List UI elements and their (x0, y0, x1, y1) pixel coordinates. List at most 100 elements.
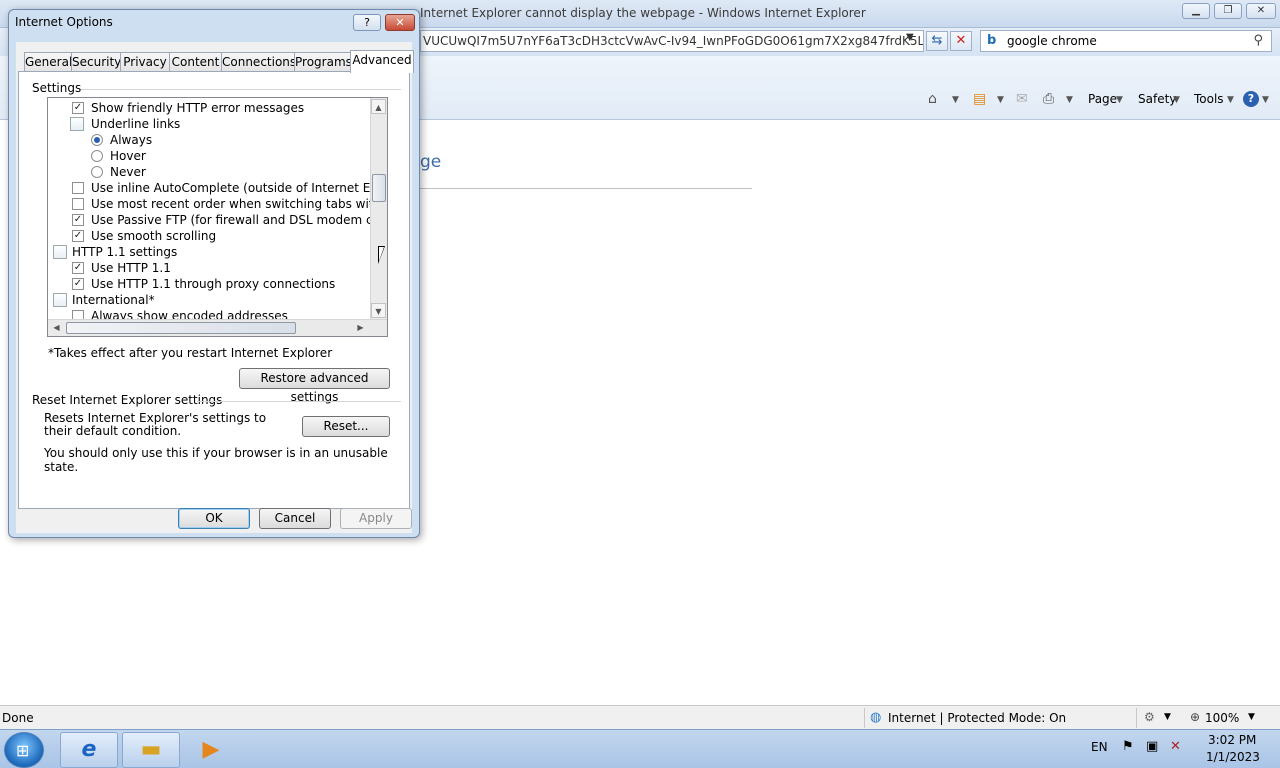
checkbox-checked-icon[interactable]: ✓ (72, 262, 84, 274)
reset-group-label: Reset Internet Explorer settings (32, 393, 223, 407)
tree-horizontal-scrollbar[interactable]: ◀ ▶ (48, 319, 387, 336)
taskbar: ⊞ e ▬ ▶ EN ⚑ ▣ ✕ 3:02 PM 1/1/2023 (0, 729, 1280, 768)
bing-icon: b (987, 33, 997, 48)
radio-unselected-icon[interactable] (91, 166, 103, 178)
refresh-icon[interactable]: ⇆ (926, 31, 948, 51)
setting-label: Use inline AutoComplete (outside of Inte… (91, 181, 388, 195)
stop-icon[interactable]: ✕ (950, 31, 972, 51)
clock-date[interactable]: 1/1/2023 (1206, 750, 1260, 764)
status-divider (864, 708, 865, 728)
scroll-down-icon[interactable]: ▼ (371, 303, 386, 318)
setting-label: HTTP 1.1 settings (72, 245, 178, 259)
safety-menu[interactable]: Safety (1138, 92, 1176, 106)
safety-menu-chevron-icon: ▼ (1173, 95, 1180, 105)
zoom-dropdown-icon[interactable]: ▼ (1248, 712, 1255, 722)
setting-label: Use smooth scrolling (91, 229, 217, 243)
radio-unselected-icon[interactable] (91, 150, 103, 162)
checkbox-unchecked-icon[interactable] (72, 198, 84, 210)
settings-tree[interactable]: ✓ Show friendly HTTP error messages Underl… (47, 97, 388, 337)
privacy-dropdown-icon[interactable]: ▼ (1164, 712, 1171, 722)
internet-options-dialog: Internet Options ? ✕ General Security Pr… (8, 9, 420, 538)
search-input[interactable]: google chrome (1007, 34, 1097, 48)
horizontal-scroll-thumb[interactable] (66, 322, 296, 334)
search-box[interactable]: b google chrome ⚲ (980, 30, 1272, 52)
ok-button[interactable]: OK (178, 508, 250, 529)
print-icon[interactable]: ⎙ (1043, 91, 1054, 107)
apply-button[interactable]: Apply (340, 508, 412, 529)
tab-content[interactable]: Content (169, 52, 222, 72)
network-icon[interactable]: ▣ (1146, 739, 1158, 754)
mouse-cursor-icon (378, 246, 385, 264)
page-icon (53, 245, 67, 259)
language-indicator[interactable]: EN (1091, 740, 1108, 754)
setting-label: Use most recent order when switching tab… (91, 197, 387, 211)
settings-group-rule (81, 89, 401, 90)
page-menu-chevron-icon: ▼ (1116, 95, 1123, 105)
restore-advanced-settings-button[interactable]: Restore advanced settings (239, 368, 390, 404)
reset-button[interactable]: Reset... (302, 416, 390, 437)
tab-general[interactable]: General (24, 52, 72, 72)
status-bar: Done ◍ Internet | Protected Mode: On ⚙ ▼… (0, 705, 1280, 729)
status-text: Done (2, 711, 34, 725)
tab-security[interactable]: Security (71, 52, 121, 72)
tab-programs[interactable]: Programs (294, 52, 352, 72)
reset-group-rule (197, 401, 401, 402)
scroll-right-icon[interactable]: ▶ (353, 320, 368, 335)
volume-muted-icon[interactable]: ✕ (1170, 739, 1181, 754)
feeds-icon[interactable]: ▤ (973, 91, 986, 107)
setting-label: Hover (110, 149, 146, 163)
dialog-help-button[interactable]: ? (353, 14, 381, 31)
search-icon[interactable]: ⚲ (1253, 33, 1263, 48)
checkbox-checked-icon[interactable]: ✓ (72, 278, 84, 290)
checkbox-checked-icon[interactable]: ✓ (72, 214, 84, 226)
tab-advanced[interactable]: Advanced (350, 50, 414, 73)
tools-menu-chevron-icon: ▼ (1227, 95, 1234, 105)
windows-logo-icon: ⊞ (16, 741, 30, 760)
setting-label: Use HTTP 1.1 through proxy connections (91, 277, 336, 291)
mail-icon[interactable]: ✉ (1016, 91, 1028, 107)
minimize-button[interactable]: ▁ (1182, 3, 1210, 19)
address-dropdown-icon[interactable]: ▼ (906, 32, 922, 43)
advanced-panel: Settings ✓ Show friendly HTTP error messa… (18, 71, 410, 509)
setting-label: International* (72, 293, 155, 307)
maximize-button[interactable]: ❐ (1214, 3, 1242, 19)
vertical-scroll-thumb[interactable] (372, 174, 386, 202)
taskbar-internet-explorer[interactable]: e (60, 732, 118, 768)
cancel-button[interactable]: Cancel (259, 508, 331, 529)
setting-label: Underline links (91, 117, 181, 131)
radio-selected-icon[interactable] (91, 134, 103, 146)
tree-vertical-scrollbar[interactable]: ▲ ▼ (370, 98, 387, 320)
home-icon[interactable]: ⌂ (928, 91, 937, 107)
start-button[interactable]: ⊞ (4, 732, 44, 768)
status-divider (1136, 708, 1137, 728)
window-close-button[interactable]: ✕ (1246, 3, 1276, 19)
clock-time[interactable]: 3:02 PM (1208, 733, 1256, 747)
page-menu[interactable]: Page (1088, 92, 1117, 106)
scroll-up-icon[interactable]: ▲ (371, 99, 386, 114)
checkbox-checked-icon[interactable]: ✓ (72, 102, 84, 114)
setting-label: Use HTTP 1.1 (91, 261, 171, 275)
feeds-dropdown-icon[interactable]: ▼ (997, 95, 1004, 105)
tab-privacy[interactable]: Privacy (120, 52, 170, 72)
scroll-left-icon[interactable]: ◀ (49, 320, 64, 335)
home-dropdown-icon[interactable]: ▼ (952, 95, 959, 105)
action-center-flag-icon[interactable]: ⚑ (1122, 739, 1134, 754)
dialog-title: Internet Options (15, 15, 113, 29)
dialog-body: General Security Privacy Content Connect… (16, 42, 414, 533)
checkbox-unchecked-icon[interactable] (72, 182, 84, 194)
help-dropdown-icon[interactable]: ▼ (1262, 95, 1269, 105)
address-bar[interactable]: VUCUwQI7m5U7nYF6aT3cDH3ctcVwAvC-Iv94_Iwn… (420, 30, 924, 52)
zoom-level[interactable]: 100% (1205, 711, 1239, 725)
checkbox-checked-icon[interactable]: ✓ (72, 230, 84, 242)
privacy-icon[interactable]: ⚙ (1144, 710, 1155, 724)
taskbar-media-player-icon[interactable]: ▶ (182, 732, 240, 768)
taskbar-explorer-folder-icon[interactable]: ▬ (122, 732, 180, 768)
tools-menu[interactable]: Tools (1194, 92, 1224, 106)
print-dropdown-icon[interactable]: ▼ (1066, 95, 1073, 105)
setting-label: Show friendly HTTP error messages (91, 101, 305, 115)
security-zone[interactable]: Internet | Protected Mode: On (888, 711, 1066, 725)
tab-connections[interactable]: Connections (221, 52, 296, 72)
help-icon[interactable]: ? (1243, 91, 1259, 107)
dialog-close-button[interactable]: ✕ (385, 14, 415, 31)
setting-label: Never (110, 165, 146, 179)
